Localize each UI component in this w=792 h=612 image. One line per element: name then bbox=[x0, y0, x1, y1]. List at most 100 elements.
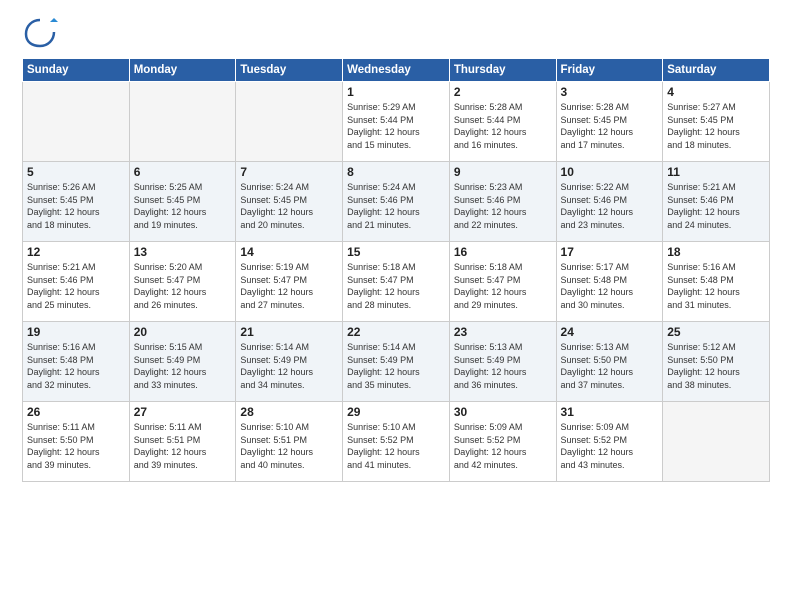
day-info: Sunrise: 5:10 AM Sunset: 5:52 PM Dayligh… bbox=[347, 421, 445, 471]
day-info: Sunrise: 5:11 AM Sunset: 5:51 PM Dayligh… bbox=[134, 421, 232, 471]
day-info: Sunrise: 5:28 AM Sunset: 5:45 PM Dayligh… bbox=[561, 101, 659, 151]
day-number: 6 bbox=[134, 165, 232, 179]
day-info: Sunrise: 5:19 AM Sunset: 5:47 PM Dayligh… bbox=[240, 261, 338, 311]
day-info: Sunrise: 5:21 AM Sunset: 5:46 PM Dayligh… bbox=[667, 181, 765, 231]
weekday-header-monday: Monday bbox=[129, 59, 236, 82]
day-info: Sunrise: 5:15 AM Sunset: 5:49 PM Dayligh… bbox=[134, 341, 232, 391]
day-info: Sunrise: 5:20 AM Sunset: 5:47 PM Dayligh… bbox=[134, 261, 232, 311]
weekday-header-saturday: Saturday bbox=[663, 59, 770, 82]
calendar-cell: 22 Sunrise: 5:14 AM Sunset: 5:49 PM Dayli… bbox=[343, 322, 450, 402]
day-number: 12 bbox=[27, 245, 125, 259]
day-info: Sunrise: 5:23 AM Sunset: 5:46 PM Dayligh… bbox=[454, 181, 552, 231]
day-number: 10 bbox=[561, 165, 659, 179]
calendar-cell: 5Sunrise: 5:26 AM Sunset: 5:45 PM Daylig… bbox=[23, 162, 130, 242]
day-number: 14 bbox=[240, 245, 338, 259]
calendar-cell: 16Sunrise: 5:18 AM Sunset: 5:47 PM Dayli… bbox=[449, 242, 556, 322]
day-info: Sunrise: 5:14 AM Sunset: 5:49 PM Dayligh… bbox=[240, 341, 338, 391]
day-number: 29 bbox=[347, 405, 445, 419]
week-row-2: 5Sunrise: 5:26 AM Sunset: 5:45 PM Daylig… bbox=[23, 162, 770, 242]
calendar-cell: 25 Sunrise: 5:12 AM Sunset: 5:50 PM Dayli… bbox=[663, 322, 770, 402]
calendar-cell: 15 Sunrise: 5:18 AM Sunset: 5:47 PM Dayli… bbox=[343, 242, 450, 322]
calendar-cell: 6 Sunrise: 5:25 AM Sunset: 5:45 PM Daylig… bbox=[129, 162, 236, 242]
calendar-cell: 19 Sunrise: 5:16 AM Sunset: 5:48 PM Dayli… bbox=[23, 322, 130, 402]
day-info: Sunrise: 5:29 AM Sunset: 5:44 PM Dayligh… bbox=[347, 101, 445, 151]
day-info: Sunrise: 5:13 AM Sunset: 5:50 PM Dayligh… bbox=[561, 341, 659, 391]
day-number: 13 bbox=[134, 245, 232, 259]
day-info: Sunrise: 5:26 AM Sunset: 5:45 PM Dayligh… bbox=[27, 181, 125, 231]
calendar-cell: 20 Sunrise: 5:15 AM Sunset: 5:49 PM Dayli… bbox=[129, 322, 236, 402]
day-number: 17 bbox=[561, 245, 659, 259]
day-info: Sunrise: 5:18 AM Sunset: 5:47 PM Dayligh… bbox=[347, 261, 445, 311]
page: SundayMondayTuesdayWednesdayThursdayFrid… bbox=[0, 0, 792, 612]
weekday-header-row: SundayMondayTuesdayWednesdayThursdayFrid… bbox=[23, 59, 770, 82]
day-number: 19 bbox=[27, 325, 125, 339]
day-number: 22 bbox=[347, 325, 445, 339]
calendar-cell: 9 Sunrise: 5:23 AM Sunset: 5:46 PM Daylig… bbox=[449, 162, 556, 242]
calendar-cell: 28Sunrise: 5:10 AM Sunset: 5:51 PM Dayli… bbox=[236, 402, 343, 482]
day-number: 11 bbox=[667, 165, 765, 179]
day-number: 7 bbox=[240, 165, 338, 179]
day-number: 30 bbox=[454, 405, 552, 419]
weekday-header-friday: Friday bbox=[556, 59, 663, 82]
calendar-cell bbox=[129, 82, 236, 162]
calendar-cell: 23Sunrise: 5:13 AM Sunset: 5:49 PM Dayli… bbox=[449, 322, 556, 402]
day-info: Sunrise: 5:24 AM Sunset: 5:45 PM Dayligh… bbox=[240, 181, 338, 231]
calendar-cell bbox=[236, 82, 343, 162]
calendar-cell: 2Sunrise: 5:28 AM Sunset: 5:44 PM Daylig… bbox=[449, 82, 556, 162]
day-info: Sunrise: 5:16 AM Sunset: 5:48 PM Dayligh… bbox=[27, 341, 125, 391]
calendar-cell: 4 Sunrise: 5:27 AM Sunset: 5:45 PM Daylig… bbox=[663, 82, 770, 162]
day-number: 1 bbox=[347, 85, 445, 99]
day-number: 15 bbox=[347, 245, 445, 259]
week-row-1: 1 Sunrise: 5:29 AM Sunset: 5:44 PM Daylig… bbox=[23, 82, 770, 162]
week-row-5: 26 Sunrise: 5:11 AM Sunset: 5:50 PM Dayli… bbox=[23, 402, 770, 482]
day-number: 4 bbox=[667, 85, 765, 99]
calendar-cell: 11 Sunrise: 5:21 AM Sunset: 5:46 PM Dayli… bbox=[663, 162, 770, 242]
calendar-cell: 31Sunrise: 5:09 AM Sunset: 5:52 PM Dayli… bbox=[556, 402, 663, 482]
week-row-3: 12 Sunrise: 5:21 AM Sunset: 5:46 PM Dayli… bbox=[23, 242, 770, 322]
calendar-cell: 8 Sunrise: 5:24 AM Sunset: 5:46 PM Daylig… bbox=[343, 162, 450, 242]
day-number: 23 bbox=[454, 325, 552, 339]
day-number: 2 bbox=[454, 85, 552, 99]
logo-svg bbox=[22, 18, 58, 48]
weekday-header-tuesday: Tuesday bbox=[236, 59, 343, 82]
calendar-cell: 29 Sunrise: 5:10 AM Sunset: 5:52 PM Dayli… bbox=[343, 402, 450, 482]
day-number: 24 bbox=[561, 325, 659, 339]
calendar-cell: 17 Sunrise: 5:17 AM Sunset: 5:48 PM Dayli… bbox=[556, 242, 663, 322]
day-info: Sunrise: 5:22 AM Sunset: 5:46 PM Dayligh… bbox=[561, 181, 659, 231]
day-info: Sunrise: 5:27 AM Sunset: 5:45 PM Dayligh… bbox=[667, 101, 765, 151]
day-info: Sunrise: 5:21 AM Sunset: 5:46 PM Dayligh… bbox=[27, 261, 125, 311]
calendar-cell: 18Sunrise: 5:16 AM Sunset: 5:48 PM Dayli… bbox=[663, 242, 770, 322]
calendar-cell: 30 Sunrise: 5:09 AM Sunset: 5:52 PM Dayli… bbox=[449, 402, 556, 482]
calendar-cell: 12 Sunrise: 5:21 AM Sunset: 5:46 PM Dayli… bbox=[23, 242, 130, 322]
day-number: 25 bbox=[667, 325, 765, 339]
weekday-header-wednesday: Wednesday bbox=[343, 59, 450, 82]
day-number: 20 bbox=[134, 325, 232, 339]
day-number: 31 bbox=[561, 405, 659, 419]
calendar-cell bbox=[663, 402, 770, 482]
calendar-cell: 7 Sunrise: 5:24 AM Sunset: 5:45 PM Daylig… bbox=[236, 162, 343, 242]
weekday-header-sunday: Sunday bbox=[23, 59, 130, 82]
calendar-cell: 10 Sunrise: 5:22 AM Sunset: 5:46 PM Dayli… bbox=[556, 162, 663, 242]
calendar-cell: 24 Sunrise: 5:13 AM Sunset: 5:50 PM Dayli… bbox=[556, 322, 663, 402]
day-info: Sunrise: 5:17 AM Sunset: 5:48 PM Dayligh… bbox=[561, 261, 659, 311]
calendar-cell: 26 Sunrise: 5:11 AM Sunset: 5:50 PM Dayli… bbox=[23, 402, 130, 482]
day-number: 3 bbox=[561, 85, 659, 99]
logo bbox=[22, 18, 62, 48]
week-row-4: 19 Sunrise: 5:16 AM Sunset: 5:48 PM Dayli… bbox=[23, 322, 770, 402]
day-info: Sunrise: 5:11 AM Sunset: 5:50 PM Dayligh… bbox=[27, 421, 125, 471]
calendar-cell bbox=[23, 82, 130, 162]
calendar-cell: 14 Sunrise: 5:19 AM Sunset: 5:47 PM Dayli… bbox=[236, 242, 343, 322]
day-info: Sunrise: 5:10 AM Sunset: 5:51 PM Dayligh… bbox=[240, 421, 338, 471]
day-info: Sunrise: 5:25 AM Sunset: 5:45 PM Dayligh… bbox=[134, 181, 232, 231]
day-info: Sunrise: 5:12 AM Sunset: 5:50 PM Dayligh… bbox=[667, 341, 765, 391]
header bbox=[22, 18, 770, 48]
day-number: 26 bbox=[27, 405, 125, 419]
day-number: 8 bbox=[347, 165, 445, 179]
day-info: Sunrise: 5:09 AM Sunset: 5:52 PM Dayligh… bbox=[454, 421, 552, 471]
day-info: Sunrise: 5:14 AM Sunset: 5:49 PM Dayligh… bbox=[347, 341, 445, 391]
calendar: SundayMondayTuesdayWednesdayThursdayFrid… bbox=[22, 58, 770, 482]
weekday-header-thursday: Thursday bbox=[449, 59, 556, 82]
day-info: Sunrise: 5:24 AM Sunset: 5:46 PM Dayligh… bbox=[347, 181, 445, 231]
calendar-cell: 13 Sunrise: 5:20 AM Sunset: 5:47 PM Dayli… bbox=[129, 242, 236, 322]
day-number: 9 bbox=[454, 165, 552, 179]
